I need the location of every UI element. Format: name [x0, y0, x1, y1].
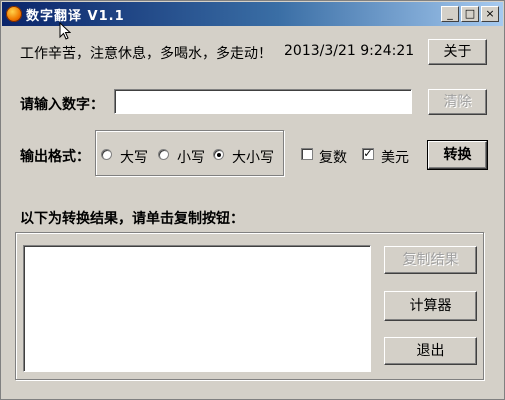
title-bar[interactable]: 数字翻译 V1.1 _ □ × [2, 2, 503, 26]
radio-uppercase[interactable] [101, 149, 112, 160]
checkmark-icon: ✓ [363, 147, 373, 160]
app-logo-icon [6, 6, 22, 22]
radio-lowercase-label: 小写 [177, 150, 205, 166]
format-label: 输出格式： [20, 149, 90, 165]
datetime-text: 2013/3/21 9:24:21 [284, 43, 415, 59]
copy-result-button[interactable]: 复制结果 [384, 246, 477, 274]
convert-button[interactable]: 转换 [427, 140, 488, 170]
radio-lowercase[interactable] [158, 149, 169, 160]
radio-mixedcase-label: 大小写 [232, 150, 274, 166]
radio-uppercase-label: 大写 [120, 150, 148, 166]
dollar-label: 美元 [381, 150, 409, 166]
plural-checkbox[interactable] [301, 148, 313, 160]
clear-button[interactable]: 清除 [428, 89, 487, 115]
about-button[interactable]: 关于 [428, 39, 487, 65]
number-input[interactable] [114, 89, 412, 114]
window-controls: _ □ × [441, 6, 499, 22]
input-label: 请输入数字： [20, 97, 104, 113]
minimize-button[interactable]: _ [441, 6, 459, 22]
maximize-button[interactable]: □ [461, 6, 479, 22]
close-button[interactable]: × [481, 6, 499, 22]
radio-selected-dot [217, 153, 221, 157]
app-window: 数字翻译 V1.1 _ □ × 工作辛苦，注意休息，多喝水，多走动！ 2013/… [0, 0, 505, 400]
radio-mixedcase[interactable] [213, 149, 224, 160]
window-title: 数字翻译 V1.1 [26, 9, 125, 24]
dollar-checkbox[interactable]: ✓ [362, 148, 374, 160]
reminder-text: 工作辛苦，注意休息，多喝水，多走动！ [20, 46, 272, 62]
mouse-cursor-icon [59, 22, 71, 40]
result-textarea[interactable] [23, 245, 371, 372]
plural-label: 复数 [319, 150, 347, 166]
calculator-button[interactable]: 计算器 [384, 291, 477, 321]
exit-button[interactable]: 退出 [384, 337, 477, 365]
result-heading: 以下为转换结果，请单击复制按钮： [20, 211, 244, 227]
